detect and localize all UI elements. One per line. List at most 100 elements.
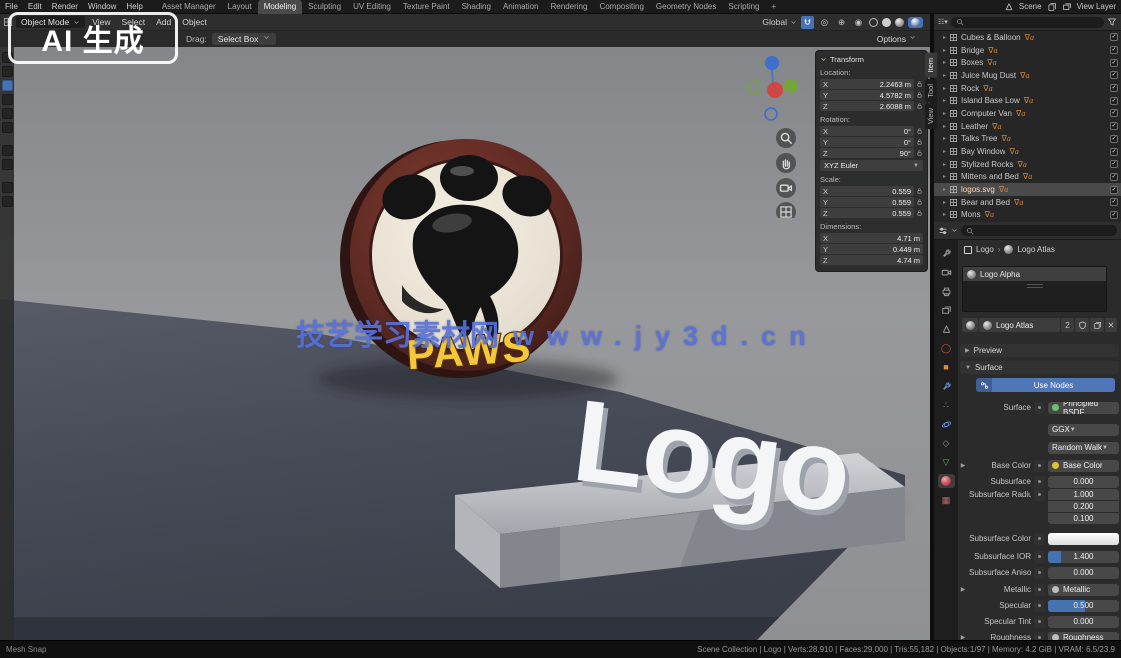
new-scene-icon[interactable]	[1047, 2, 1057, 12]
rotation-mode-dropdown[interactable]: XYZ Euler▼	[820, 160, 923, 171]
visibility-checkbox[interactable]: ✓	[1110, 148, 1118, 156]
animate-dot[interactable]	[1034, 476, 1045, 488]
roughness-field[interactable]: Roughness	[1048, 632, 1119, 641]
disclosure-icon[interactable]: ▸	[943, 110, 946, 117]
tab-material[interactable]	[938, 474, 955, 488]
base-color-field[interactable]: Base Color	[1048, 460, 1119, 472]
animate-dot[interactable]	[1034, 489, 1045, 501]
subsurface-slider[interactable]: 0.000	[1048, 476, 1119, 488]
unlink-material-icon[interactable]	[1105, 318, 1117, 332]
add-workspace-button[interactable]: +	[766, 0, 783, 14]
visibility-checkbox[interactable]: ✓	[1110, 160, 1118, 168]
outliner-row-selected[interactable]: ▸logos.svg∇a✓	[934, 183, 1121, 196]
sidebar-tab-view[interactable]: View	[925, 103, 937, 129]
lock-icon[interactable]	[916, 209, 923, 217]
tab-physics[interactable]	[938, 417, 955, 431]
overlays-icon[interactable]: ◉	[852, 16, 865, 29]
lock-icon[interactable]	[916, 127, 923, 135]
lock-icon[interactable]	[916, 102, 923, 110]
menu-object[interactable]: Object	[178, 17, 211, 27]
sidebar-tab-item[interactable]: Item	[925, 53, 937, 78]
dimensions-x-field[interactable]: X4.71 m	[820, 233, 923, 243]
rotation-z-field[interactable]: Z90°	[820, 148, 914, 158]
tool-cursor[interactable]	[2, 66, 13, 77]
workspace-tab-rendering[interactable]: Rendering	[545, 0, 594, 14]
visibility-checkbox[interactable]: ✓	[1110, 71, 1118, 79]
outliner-row[interactable]: ▸Stylized Rocks∇a✓	[934, 158, 1121, 171]
disclosure-icon[interactable]: ▸	[943, 47, 946, 54]
tool-add-cube[interactable]	[2, 182, 13, 193]
subsurface-color-swatch[interactable]	[1048, 533, 1119, 545]
disclosure-icon[interactable]: ▸	[943, 59, 946, 66]
tab-render[interactable]	[938, 265, 955, 279]
lock-icon[interactable]	[916, 149, 923, 157]
surface-panel-header[interactable]: ▼Surface	[960, 361, 1119, 374]
orientation-gizmo[interactable]	[748, 56, 798, 120]
zoom-button[interactable]	[776, 128, 796, 148]
sss-method-dropdown[interactable]: Random Walk▼	[1048, 442, 1119, 454]
outliner-row[interactable]: ▸Boxes∇a✓	[934, 56, 1121, 69]
outliner-row[interactable]: ▸Mittens and Bed∇a✓	[934, 171, 1121, 184]
outliner-row[interactable]: ▸Computer Van∇a✓	[934, 107, 1121, 120]
tab-scene[interactable]	[938, 322, 955, 336]
visibility-checkbox[interactable]: ✓	[1110, 33, 1118, 41]
sidebar-tab-tool[interactable]: Tool	[925, 79, 937, 103]
workspace-tab-uv-editing[interactable]: UV Editing	[347, 0, 397, 14]
tool-measure[interactable]	[2, 159, 13, 170]
lock-icon[interactable]	[916, 187, 923, 195]
tab-constraints[interactable]: ◇	[938, 436, 955, 450]
disclosure-icon[interactable]: ▸	[943, 186, 946, 193]
subsurface-ior-slider[interactable]: 1.400	[1048, 551, 1119, 563]
tab-particles[interactable]: ∴	[938, 398, 955, 412]
orientation-dropdown[interactable]: Global	[762, 17, 797, 27]
disclosure-icon[interactable]: ▸	[943, 173, 946, 180]
tab-texture[interactable]: ▦	[938, 493, 955, 507]
scale-z-field[interactable]: Z0.559	[820, 208, 914, 218]
tab-object-data[interactable]: ▽	[938, 455, 955, 469]
scale-x-field[interactable]: X0.559	[820, 186, 914, 196]
tool-annotate[interactable]	[2, 145, 13, 156]
visibility-checkbox[interactable]: ✓	[1110, 84, 1118, 92]
tool-scale[interactable]	[2, 108, 13, 119]
dimensions-y-field[interactable]: Y0.449 m	[820, 244, 923, 254]
disclosure-icon[interactable]: ▸	[943, 34, 946, 41]
properties-editor-icon[interactable]	[938, 226, 948, 236]
material-name-field[interactable]: Logo Atlas	[979, 318, 1060, 332]
outliner-row[interactable]: ▸Bay Window∇a✓	[934, 145, 1121, 158]
visibility-checkbox[interactable]: ✓	[1110, 97, 1118, 105]
animate-dot[interactable]	[1034, 460, 1045, 472]
specular-tint-slider[interactable]: 0.000	[1048, 616, 1119, 628]
subsurface-aniso-slider[interactable]: 0.000	[1048, 567, 1119, 579]
tool-move[interactable]	[2, 80, 13, 91]
select-mode-dropdown[interactable]: Select Box	[212, 33, 277, 45]
tab-output[interactable]	[938, 284, 955, 298]
disclosure-icon[interactable]: ▸	[943, 123, 946, 130]
workspace-tab-layout[interactable]: Layout	[222, 0, 258, 14]
list-resize-grip[interactable]	[1027, 284, 1043, 288]
workspace-tab-shading[interactable]: Shading	[456, 0, 497, 14]
radius-x-field[interactable]: 1.000	[1048, 489, 1119, 500]
visibility-checkbox[interactable]: ✓	[1110, 173, 1118, 181]
disclosure-icon[interactable]: ▸	[943, 72, 946, 79]
shading-material-icon[interactable]	[895, 18, 904, 27]
surface-shader-field[interactable]: Principled BSDF	[1048, 402, 1119, 414]
outliner-row[interactable]: ▸Mons∇a✓	[934, 209, 1121, 222]
rotation-y-field[interactable]: Y0°	[820, 137, 914, 147]
tab-modifiers[interactable]	[938, 379, 955, 393]
tool-transform[interactable]	[2, 122, 13, 133]
visibility-checkbox[interactable]: ✓	[1110, 211, 1118, 219]
animate-dot[interactable]	[1034, 632, 1045, 641]
visibility-checkbox[interactable]: ✓	[1110, 186, 1118, 194]
metallic-field[interactable]: Metallic	[1048, 584, 1119, 596]
new-material-icon[interactable]	[1090, 318, 1104, 332]
location-x-field[interactable]: X2.2463 m	[820, 79, 914, 89]
browse-material-button[interactable]	[962, 318, 978, 332]
shading-rendered-icon[interactable]	[908, 17, 923, 28]
shading-solid-icon[interactable]	[882, 18, 891, 27]
preview-panel-header[interactable]: ▶Preview	[960, 344, 1119, 357]
perspective-toggle-button[interactable]	[776, 202, 796, 218]
outliner-row[interactable]: ▸Leather∇a✓	[934, 120, 1121, 133]
tab-world[interactable]: ◯	[938, 341, 955, 355]
menu-help[interactable]: Help	[121, 2, 147, 11]
radius-z-field[interactable]: 0.100	[1048, 513, 1119, 524]
